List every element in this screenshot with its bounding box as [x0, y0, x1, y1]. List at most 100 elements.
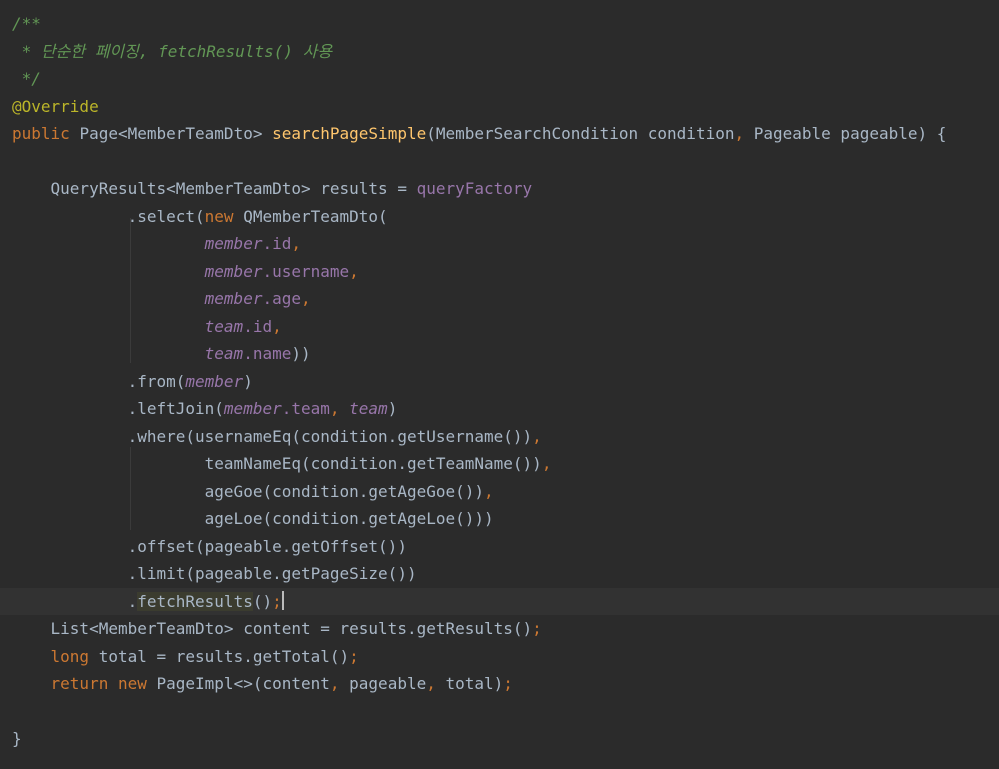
code-line[interactable]: /**: [0, 10, 999, 38]
code-line[interactable]: public Page<MemberTeamDto> searchPageSim…: [0, 120, 999, 148]
code-token: ,: [272, 316, 282, 336]
code-line[interactable]: member.username,: [0, 258, 999, 286]
code-token: return new: [50, 674, 157, 693]
code-token: ,: [484, 481, 494, 501]
code-token: .where(usernameEq(condition.getUsername(…: [12, 426, 533, 446]
code-line[interactable]: .where(usernameEq(condition.getUsername(…: [0, 423, 999, 451]
code-token: long: [50, 646, 99, 666]
code-line[interactable]: * 단순한 페이징, fetchResults() 사용: [0, 38, 999, 66]
code-token: .username: [262, 261, 350, 281]
code-line[interactable]: */: [0, 65, 999, 93]
code-token: .select(: [12, 206, 205, 226]
code-token: public: [12, 124, 80, 143]
code-token: ;: [272, 591, 282, 611]
code-token: .offset(pageable.getOffset()): [12, 536, 407, 556]
code-token: team: [204, 344, 244, 363]
code-token: queryFactory: [416, 179, 533, 198]
code-token: ;: [532, 619, 542, 638]
code-token: Page<MemberTeamDto>: [79, 124, 273, 143]
code-token: .team: [281, 399, 330, 418]
code-line[interactable]: ageGoe(condition.getAgeGoe()),: [0, 478, 999, 506]
code-token: .limit(pageable.getPageSize()): [12, 564, 417, 583]
code-token: ): [387, 399, 398, 418]
code-line[interactable]: }: [0, 725, 999, 753]
code-line[interactable]: List<MemberTeamDto> content = results.ge…: [0, 615, 999, 643]
code-token: ,: [291, 234, 301, 253]
code-token: ageGoe(condition.getAgeGoe()): [12, 481, 485, 501]
code-token: pageable: [349, 674, 427, 693]
code-token: member: [204, 234, 263, 253]
code-line[interactable]: @Override: [0, 93, 999, 121]
code-line[interactable]: .offset(pageable.getOffset()): [0, 533, 999, 561]
code-token: ,: [426, 674, 446, 693]
code-token: ,: [541, 454, 552, 473]
code-token: team: [349, 399, 388, 418]
code-token: (MemberSearchCondition condition: [426, 124, 735, 143]
code-token: PageImpl<>(content: [156, 674, 330, 693]
code-token: ,: [734, 124, 754, 143]
code-token: searchPageSimple: [272, 124, 427, 143]
code-line[interactable]: ageLoe(condition.getAgeLoe())): [0, 505, 999, 533]
code-token: * 단순한 페이징, fetchResults() 사용: [12, 41, 333, 61]
code-line[interactable]: .fetchResults();: [0, 587, 999, 615]
code-token: .id: [243, 316, 273, 336]
code-line[interactable]: member.age,: [0, 285, 999, 313]
code-token: member: [204, 261, 263, 281]
code-token: ;: [503, 674, 513, 693]
code-line[interactable]: .limit(pageable.getPageSize()): [0, 560, 999, 588]
code-token: member: [185, 371, 244, 391]
code-token: .age: [262, 289, 301, 308]
code-line[interactable]: member.id,: [0, 230, 999, 258]
code-token: .from(: [12, 371, 186, 391]
code-line[interactable]: return new PageImpl<>(content, pageable,…: [0, 670, 999, 698]
code-token: ): [243, 371, 253, 391]
code-line[interactable]: .select(new QMemberTeamDto(: [0, 203, 999, 231]
code-token: member: [223, 399, 282, 418]
code-token: total): [445, 674, 504, 693]
code-line[interactable]: .from(member): [0, 368, 999, 396]
code-token: QueryResults<MemberTeamDto> results =: [12, 179, 417, 198]
code-token: ageLoe(condition.getAgeLoe())): [12, 509, 494, 528]
code-token: ,: [329, 399, 350, 418]
code-token: ,: [349, 261, 359, 281]
code-token: ,: [329, 674, 350, 693]
code-token: .: [12, 591, 138, 611]
code-token: fetchResults: [137, 591, 253, 611]
code-lines[interactable]: /** * 단순한 페이징, fetchResults() 사용 */ @Over…: [0, 10, 999, 753]
code-token: Pageable pageable) {: [753, 124, 947, 143]
code-token: @Override: [12, 96, 99, 116]
code-token: (): [252, 591, 273, 611]
code-line[interactable]: .leftJoin(member.team, team): [0, 395, 999, 423]
code-token: List<MemberTeamDto> content = results.ge…: [12, 619, 533, 638]
code-token: */: [12, 69, 41, 88]
code-token: new: [204, 206, 244, 226]
code-line[interactable]: QueryResults<MemberTeamDto> results = qu…: [0, 175, 999, 203]
code-token: .id: [262, 234, 292, 253]
code-token: team: [204, 316, 244, 336]
code-token: ;: [349, 646, 359, 666]
code-token: ,: [300, 289, 311, 308]
code-token: }: [12, 729, 22, 748]
code-line[interactable]: team.name)): [0, 340, 999, 368]
code-line[interactable]: [0, 148, 999, 176]
code-token: teamNameEq(condition.getTeamName()): [12, 454, 542, 473]
code-line[interactable]: teamNameEq(condition.getTeamName()),: [0, 450, 999, 478]
code-token: QMemberTeamDto(: [243, 206, 388, 226]
code-line[interactable]: [0, 698, 999, 726]
text-caret: [281, 590, 284, 610]
code-token: .leftJoin(: [12, 399, 224, 418]
code-editor[interactable]: /** * 단순한 페이징, fetchResults() 사용 */ @Over…: [0, 0, 999, 769]
code-line[interactable]: long total = results.getTotal();: [0, 643, 999, 671]
code-token: member: [204, 289, 263, 308]
code-line[interactable]: team.id,: [0, 313, 999, 341]
code-token: total = results.getTotal(): [98, 646, 350, 666]
code-token: ,: [532, 426, 542, 446]
code-token: )): [291, 344, 311, 363]
